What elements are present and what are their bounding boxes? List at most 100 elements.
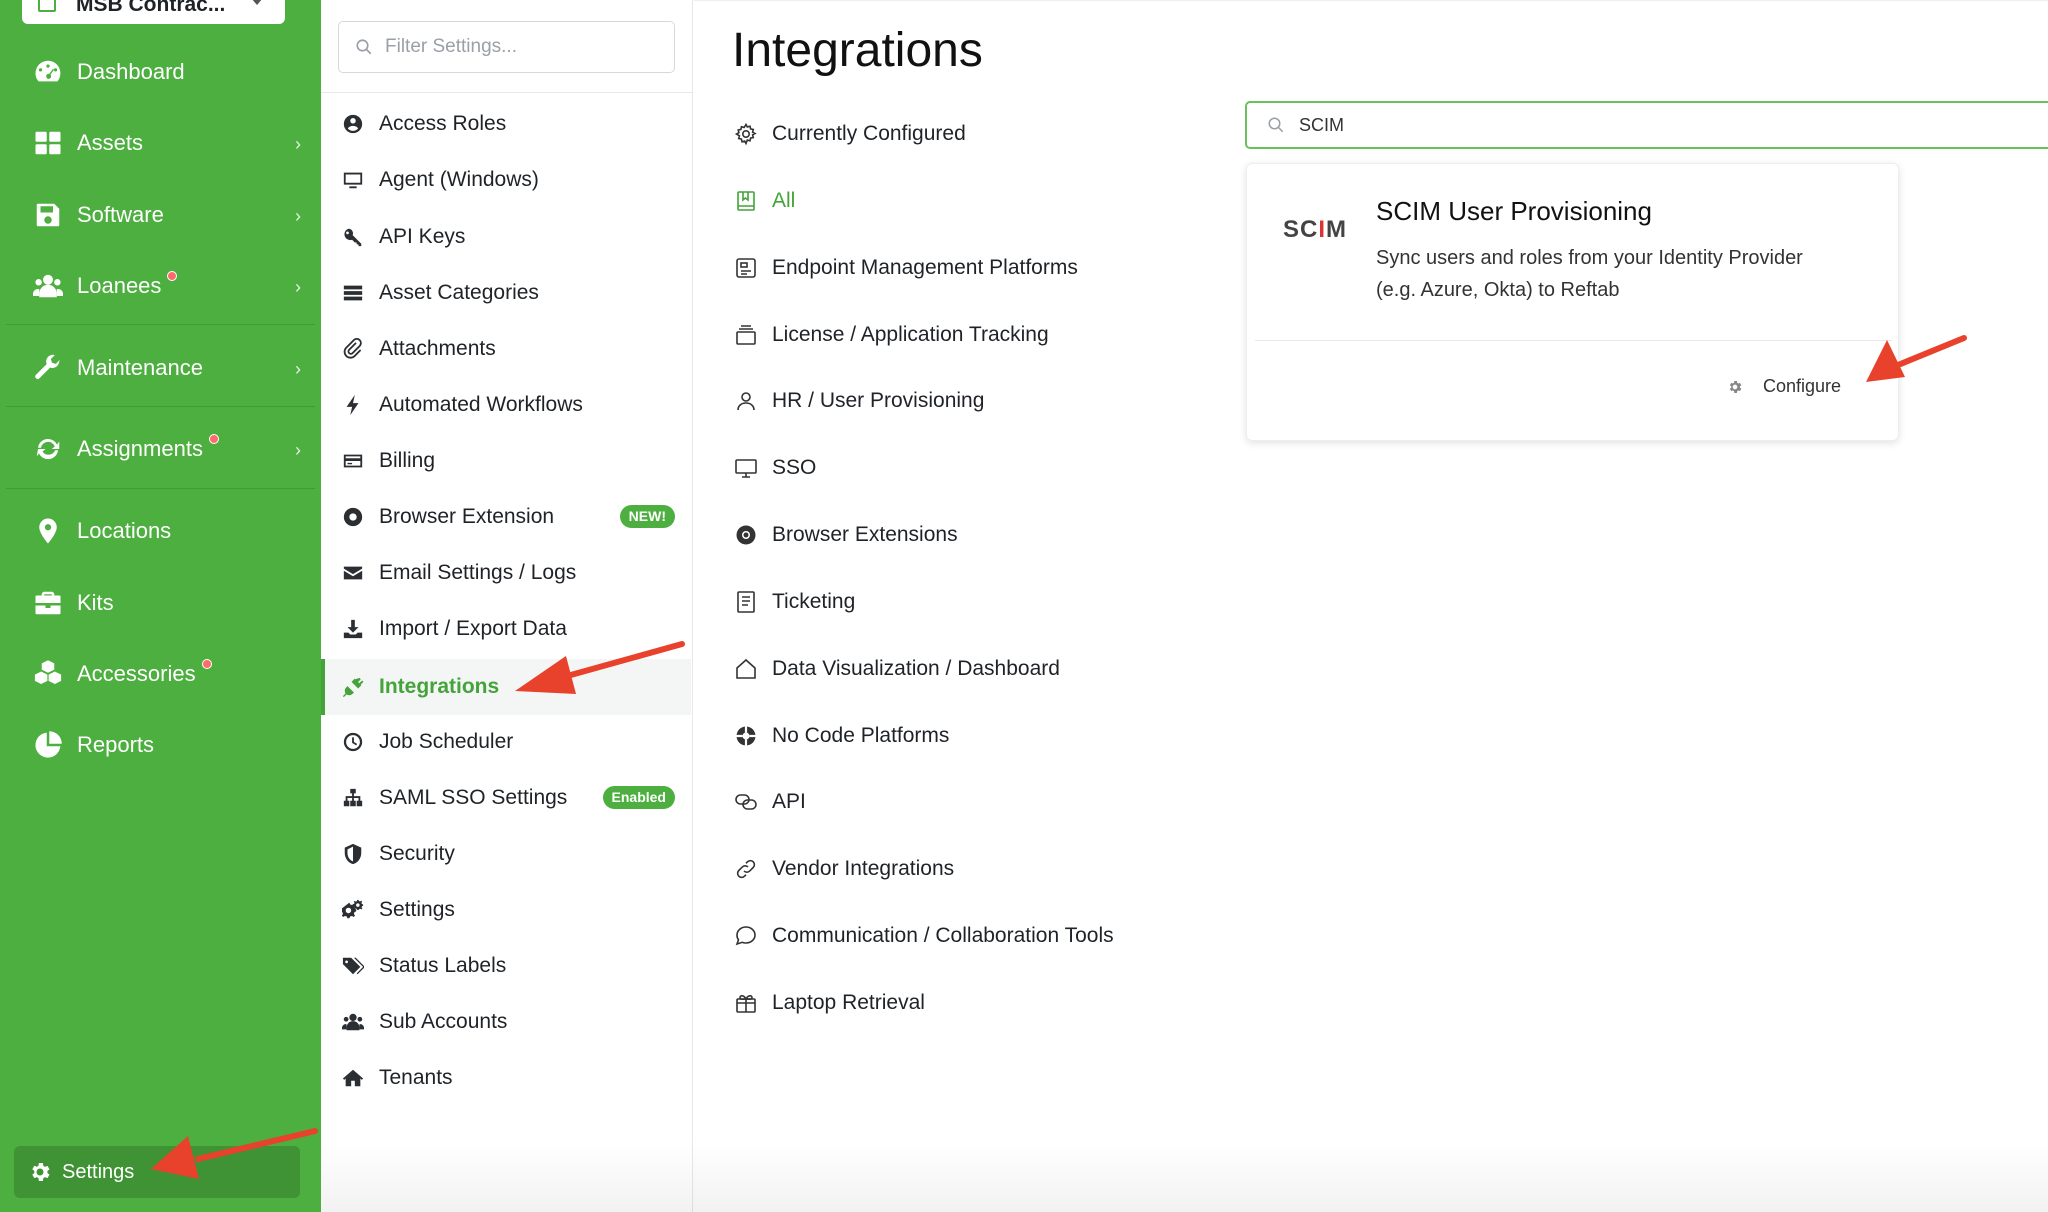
settings-item-attachments[interactable]: Attachments bbox=[321, 321, 691, 377]
save-icon bbox=[33, 200, 63, 230]
settings-item-email-settings[interactable]: Email Settings / Logs bbox=[321, 545, 691, 601]
key-icon bbox=[341, 225, 365, 249]
integration-card-scim[interactable]: SCIM SCIM User Provisioning Sync users a… bbox=[1246, 163, 1899, 441]
settings-item-automated-workflows[interactable]: Automated Workflows bbox=[321, 377, 691, 433]
nav-divider bbox=[6, 488, 315, 489]
settings-item-browser-extension[interactable]: Browser Extension NEW! bbox=[321, 489, 691, 545]
category-laptop-retrieval[interactable]: Laptop Retrieval bbox=[734, 983, 925, 1023]
category-endpoint-management[interactable]: Endpoint Management Platforms bbox=[734, 248, 1078, 288]
settings-item-agent-windows[interactable]: Agent (Windows) bbox=[321, 152, 691, 208]
lifebuoy-icon bbox=[734, 724, 758, 748]
download-icon bbox=[341, 617, 365, 641]
nav-item-dashboard[interactable]: Dashboard bbox=[0, 42, 321, 102]
bolt-icon bbox=[341, 393, 365, 417]
configure-button[interactable]: Configure bbox=[1727, 376, 1841, 397]
category-ticketing[interactable]: Ticketing bbox=[734, 582, 855, 622]
envelope-icon bbox=[341, 561, 365, 585]
cubes-icon bbox=[33, 659, 63, 689]
category-vendor-integrations[interactable]: Vendor Integrations bbox=[734, 849, 954, 889]
settings-item-saml-sso[interactable]: SAML SSO Settings Enabled bbox=[321, 770, 691, 826]
filter-placeholder: Filter Settings... bbox=[385, 36, 517, 57]
nav-item-accessories[interactable]: Accessories bbox=[0, 644, 321, 704]
settings-item-import-export[interactable]: Import / Export Data bbox=[321, 601, 691, 657]
nav-divider bbox=[6, 324, 315, 325]
sync-icon bbox=[33, 434, 63, 464]
nav-item-loanees[interactable]: Loanees › bbox=[0, 256, 321, 316]
cogs-icon bbox=[341, 898, 365, 922]
credit-card-icon bbox=[341, 449, 365, 473]
settings-item-tenants[interactable]: Tenants bbox=[321, 1050, 691, 1106]
nav-settings-button[interactable]: Settings bbox=[14, 1146, 300, 1198]
settings-item-security[interactable]: Security bbox=[321, 826, 691, 882]
category-data-visualization[interactable]: Data Visualization / Dashboard bbox=[734, 649, 1060, 689]
nav-item-assets[interactable]: Assets › bbox=[0, 113, 321, 173]
plug-icon bbox=[341, 675, 365, 699]
sitemap-icon bbox=[341, 786, 365, 810]
gift-icon bbox=[734, 991, 758, 1015]
user-circle-icon bbox=[341, 112, 365, 136]
category-currently-configured[interactable]: Currently Configured bbox=[734, 114, 966, 154]
page-title: Integrations bbox=[732, 24, 983, 77]
org-switcher[interactable]: MSB Contrac... bbox=[22, 0, 285, 24]
category-browser-extensions[interactable]: Browser Extensions bbox=[734, 515, 958, 555]
category-api[interactable]: API bbox=[734, 782, 806, 822]
chevron-right-icon: › bbox=[295, 206, 301, 226]
new-badge: NEW! bbox=[619, 505, 675, 528]
integration-search-input[interactable]: SCIM bbox=[1245, 101, 2048, 149]
map-pin-icon bbox=[33, 516, 63, 546]
gear-icon bbox=[734, 122, 758, 146]
settings-item-billing[interactable]: Billing bbox=[321, 433, 691, 489]
building-icon bbox=[38, 0, 56, 12]
category-no-code-platforms[interactable]: No Code Platforms bbox=[734, 716, 949, 756]
integrations-page: Integrations Currently Configured All En… bbox=[694, 0, 2048, 1212]
category-all[interactable]: All bbox=[734, 181, 795, 221]
link-icon bbox=[734, 857, 758, 881]
dashboard-icon bbox=[33, 57, 63, 87]
chevron-right-icon: › bbox=[295, 359, 301, 379]
category-license-tracking[interactable]: License / Application Tracking bbox=[734, 315, 1049, 355]
chrome-icon bbox=[734, 523, 758, 547]
chevron-right-icon: › bbox=[295, 134, 301, 154]
nav-item-reports[interactable]: Reports bbox=[0, 715, 321, 775]
org-name: MSB Contrac... bbox=[76, 0, 226, 16]
category-communication-tools[interactable]: Communication / Collaboration Tools bbox=[734, 916, 1114, 956]
pie-chart-icon bbox=[33, 730, 63, 760]
document-icon bbox=[734, 590, 758, 614]
filter-settings-input[interactable]: Filter Settings... bbox=[338, 21, 675, 73]
settings-item-api-keys[interactable]: API Keys bbox=[321, 209, 691, 265]
settings-item-sub-accounts[interactable]: Sub Accounts bbox=[321, 994, 691, 1050]
settings-item-asset-categories[interactable]: Asset Categories bbox=[321, 265, 691, 321]
category-hr-user-provisioning[interactable]: HR / User Provisioning bbox=[734, 381, 984, 421]
notification-dot bbox=[201, 659, 212, 669]
category-sso[interactable]: SSO bbox=[734, 448, 816, 488]
enabled-badge: Enabled bbox=[602, 786, 675, 809]
nav-item-locations[interactable]: Locations bbox=[0, 501, 321, 561]
list-icon bbox=[341, 281, 365, 305]
nav-item-maintenance[interactable]: Maintenance › bbox=[0, 338, 321, 398]
settings-menu: Filter Settings... Access Roles Agent (W… bbox=[321, 0, 693, 1212]
nav-settings-label: Settings bbox=[62, 1160, 135, 1183]
users-icon bbox=[341, 1010, 365, 1034]
notification-dot bbox=[167, 271, 178, 281]
gear-icon bbox=[1729, 380, 1742, 393]
search-value: SCIM bbox=[1299, 114, 1344, 135]
nav-item-assignments[interactable]: Assignments › bbox=[0, 419, 321, 479]
paperclip-icon bbox=[341, 337, 365, 361]
device-icon bbox=[734, 256, 758, 280]
clock-icon bbox=[341, 730, 365, 754]
nav-item-software[interactable]: Software › bbox=[0, 185, 321, 245]
gear-icon bbox=[32, 1163, 50, 1181]
settings-item-integrations[interactable]: Integrations bbox=[321, 659, 691, 715]
card-divider bbox=[1255, 340, 1892, 341]
stack-icon bbox=[734, 323, 758, 347]
settings-item-status-labels[interactable]: Status Labels bbox=[321, 938, 691, 994]
briefcase-icon bbox=[33, 588, 63, 618]
integration-description: Sync users and roles from your Identity … bbox=[1376, 247, 1803, 301]
settings-item-settings[interactable]: Settings bbox=[321, 882, 691, 938]
wrench-icon bbox=[33, 353, 63, 383]
search-icon bbox=[1268, 117, 1284, 133]
settings-item-access-roles[interactable]: Access Roles bbox=[321, 96, 691, 152]
settings-item-job-scheduler[interactable]: Job Scheduler bbox=[321, 714, 691, 770]
chrome-icon bbox=[341, 505, 365, 529]
nav-item-kits[interactable]: Kits bbox=[0, 573, 321, 633]
